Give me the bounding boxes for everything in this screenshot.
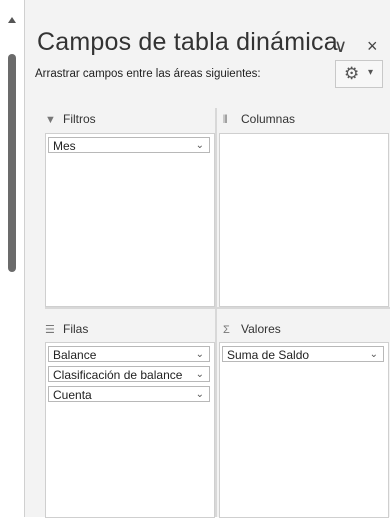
pivot-field-pane: Campos de tabla dinámica ∨ × Arrastrar c… <box>25 0 390 518</box>
sigma-icon: Σ <box>223 324 230 336</box>
gear-icon: ⚙ <box>344 64 360 83</box>
values-field-suma-de-saldo[interactable]: Suma de Saldo ⌄ <box>222 346 384 362</box>
rows-icon: ☰ <box>45 324 55 336</box>
chevron-down-icon[interactable]: ⌄ <box>196 387 204 401</box>
chevron-down-icon: ▾ <box>368 67 374 78</box>
columns-area-label: ⫴ Columnas <box>223 112 296 126</box>
rows-field-balance[interactable]: Balance ⌄ <box>48 346 210 362</box>
filters-field-mes[interactable]: Mes ⌄ <box>48 137 210 153</box>
pane-subtitle: Arrastrar campos entre las áreas siguien… <box>35 68 261 80</box>
columns-icon: ⫴ <box>223 114 228 126</box>
scrollbar-thumb[interactable] <box>8 54 16 272</box>
rows-field-clasificacion[interactable]: Clasificación de balance ⌄ <box>48 366 210 382</box>
scroll-up-arrow-icon[interactable] <box>8 17 16 23</box>
filter-icon: ▼ <box>45 114 56 126</box>
pane-options-chevron-icon[interactable]: ∨ <box>334 36 347 57</box>
values-area-label: Σ Valores <box>223 322 281 336</box>
chevron-down-icon[interactable]: ⌄ <box>196 367 204 381</box>
scroll-gutter <box>0 0 22 517</box>
columns-drop-zone[interactable] <box>219 133 389 307</box>
rows-area-label: ☰ Filas <box>45 322 89 336</box>
filters-area-label: ▼ Filtros <box>45 112 96 126</box>
chevron-down-icon[interactable]: ⌄ <box>196 347 204 361</box>
area-splitter-horizontal[interactable] <box>45 307 390 309</box>
close-icon[interactable]: × <box>367 36 378 57</box>
chevron-down-icon[interactable]: ⌄ <box>196 138 204 152</box>
filters-drop-zone[interactable]: Mes ⌄ <box>45 133 215 307</box>
pane-title: Campos de tabla dinámica <box>37 28 338 56</box>
values-drop-zone[interactable]: Suma de Saldo ⌄ <box>219 342 389 518</box>
rows-field-cuenta[interactable]: Cuenta ⌄ <box>48 386 210 402</box>
tools-gear-button[interactable]: ⚙ ▾ <box>335 60 383 88</box>
chevron-down-icon[interactable]: ⌄ <box>370 347 378 361</box>
rows-drop-zone[interactable]: Balance ⌄ Clasificación de balance ⌄ Cuent… <box>45 342 215 518</box>
area-splitter-vertical[interactable] <box>215 108 217 517</box>
